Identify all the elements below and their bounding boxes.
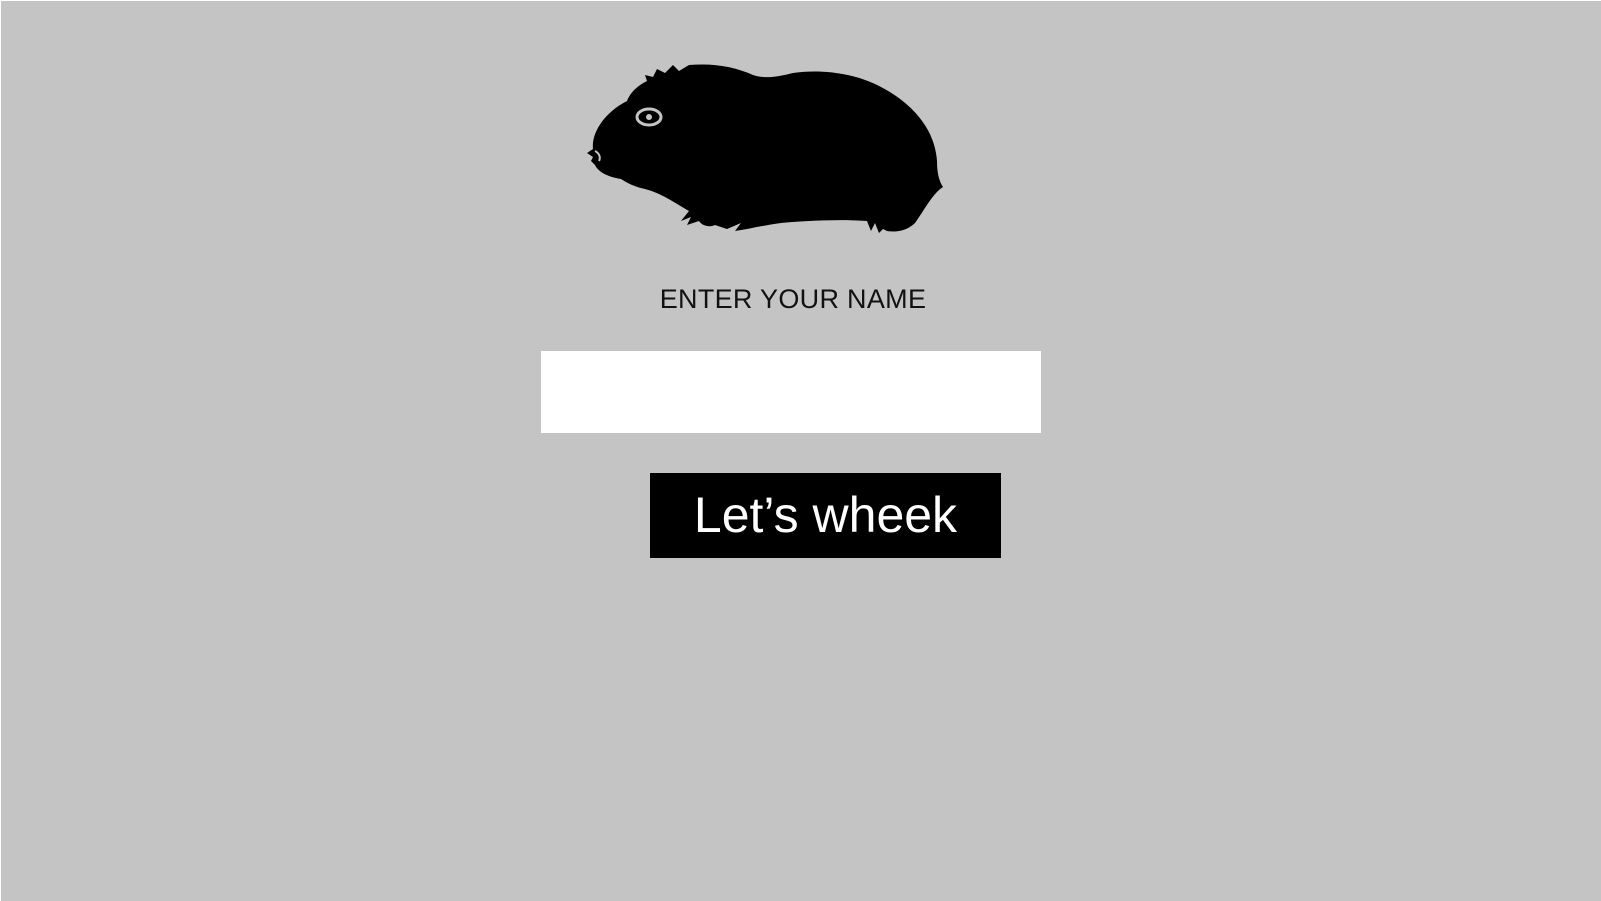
guinea-pig-icon (585, 61, 945, 241)
name-prompt-label: ENTER YOUR NAME (659, 284, 927, 314)
lets-wheek-button[interactable]: Let’s wheek (650, 473, 1001, 558)
name-input[interactable] (541, 351, 1041, 433)
login-screen: ENTER YOUR NAME Let’s wheek (1, 1, 1601, 901)
